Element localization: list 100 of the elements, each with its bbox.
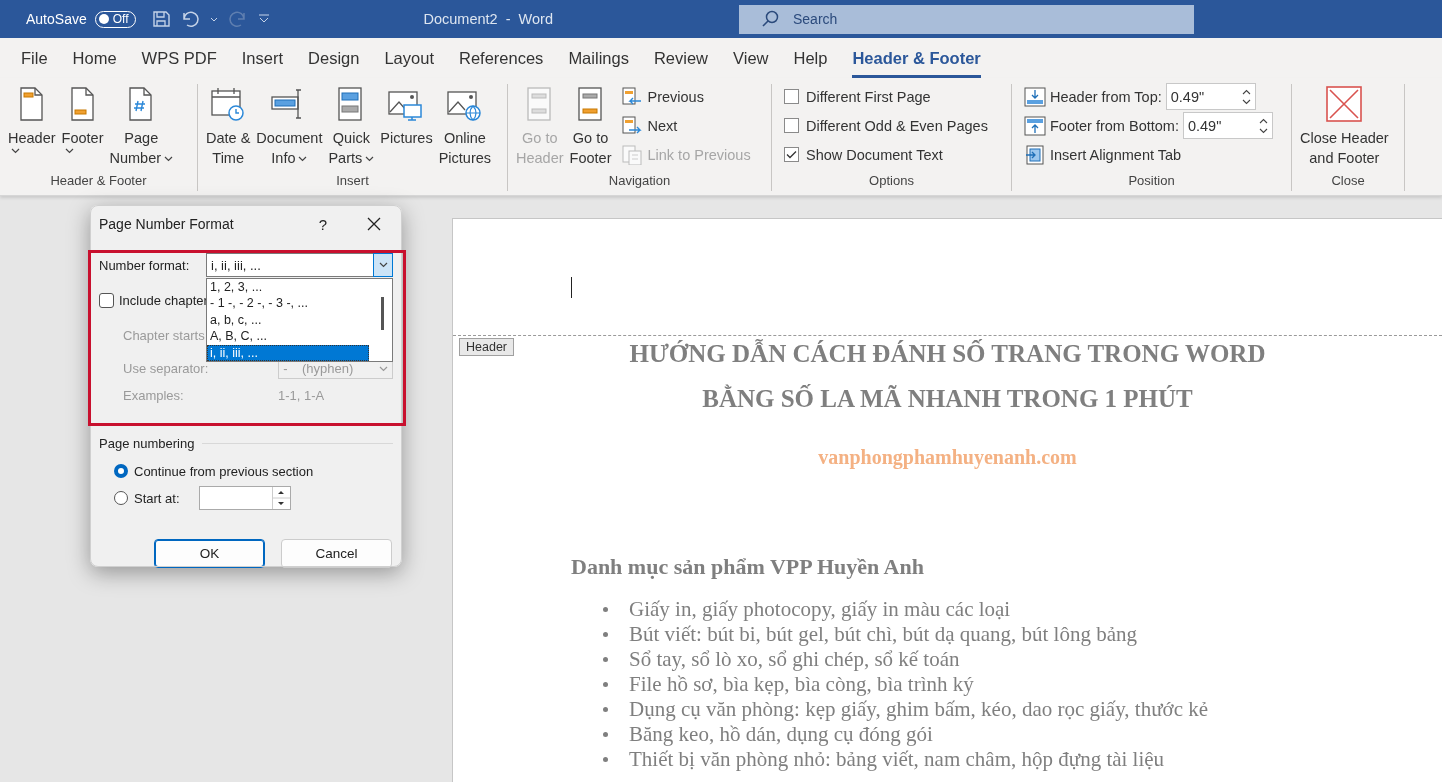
field-label: Use separator: <box>123 362 209 376</box>
radio-button[interactable] <box>114 491 128 505</box>
list-item-text: Băng keo, hồ dán, dụng cụ đóng gói <box>629 722 933 747</box>
radio-button[interactable] <box>114 464 128 478</box>
list-item-text: Bút viết: bút bi, bút gel, bút chì, bút dạ quang, bút lông bảng <box>629 622 1138 647</box>
group-label: Insert <box>336 172 369 190</box>
list-item-text: File hồ sơ, bìa kẹp, bìa còng, bìa trình ký <box>629 672 974 697</box>
header-top-icon <box>1024 86 1046 107</box>
start-at-field[interactable] <box>198 486 291 510</box>
checkbox-label: Different First Page <box>806 88 931 105</box>
close-button[interactable] <box>367 217 381 231</box>
ribbon-button[interactable]: Page Number <box>107 84 176 171</box>
radio-label: Continue from previous section <box>134 463 314 479</box>
customize-caret-icon <box>257 14 270 24</box>
check-icon <box>786 150 797 159</box>
dropdown-option[interactable]: A, B, C, ... <box>207 328 369 345</box>
ribbon-button[interactable]: Next <box>621 113 751 138</box>
ribbon-button[interactable]: Footer <box>59 84 106 171</box>
ribbon-button[interactable]: Go to Footer <box>567 84 614 171</box>
ribbon-button[interactable]: Header <box>6 84 58 171</box>
dropdown-option[interactable]: a, b, c, ... <box>207 311 369 329</box>
dropdown-option[interactable]: - 1 -, - 2 -, - 3 -, ... <box>207 295 369 312</box>
example-text: 1-1, 1-A <box>278 387 325 403</box>
list-item-text: Giấy in, giấy photocopy, giấy in màu các loại <box>629 597 1011 622</box>
ribbon-tab[interactable]: Review <box>642 38 719 78</box>
list-item-text: Sổ tay, sổ lò xo, sổ ghi chép, sổ kế toán <box>629 647 960 672</box>
ribbon-tab[interactable]: WPS PDF <box>130 38 228 78</box>
help-button[interactable]: ? <box>318 215 327 233</box>
list-item-text: Dụng cụ văn phòng: kẹp giấy, ghim bấm, kéo, dao rọc giấy, thước kẻ <box>629 697 1209 722</box>
checkbox[interactable] <box>784 89 799 104</box>
close-icon <box>367 217 381 231</box>
caret-icon <box>378 262 388 268</box>
checkbox-label: Include chapter <box>119 292 208 308</box>
ribbon-tab[interactable]: Layout <box>373 38 445 78</box>
checkbox[interactable] <box>99 292 114 308</box>
ribbon-button[interactable]: Pictures <box>378 84 435 171</box>
ribbon-tab[interactable]: Help <box>782 38 839 78</box>
dialog-title: Page Number Format <box>99 216 234 232</box>
page-link-icon <box>621 144 644 165</box>
ribbon-button[interactable]: Online Pictures <box>436 84 494 171</box>
ribbon-button[interactable]: Previous <box>621 84 751 109</box>
alignment-tab-icon <box>1024 144 1046 165</box>
checkbox[interactable] <box>784 147 799 162</box>
bullet-dot <box>603 732 608 737</box>
group-label: Position <box>1128 172 1175 190</box>
page-arrow-right-icon <box>621 115 644 136</box>
header-tag: Header <box>459 338 514 356</box>
ribbon-tab[interactable]: Insert <box>230 38 295 78</box>
ribbon-button[interactable]: Document Info <box>254 84 325 171</box>
checkbox[interactable] <box>784 118 799 133</box>
ribbon-button[interactable]: Quick Parts <box>326 84 377 171</box>
text-cursor <box>571 277 572 298</box>
dropdown-option[interactable]: 1, 2, 3, ... <box>207 279 369 296</box>
group-label: Header & Footer <box>50 172 147 190</box>
spin-arrows-icon <box>271 487 290 509</box>
ribbon-tab[interactable]: View <box>722 38 780 78</box>
autosave-label: AutoSave <box>26 11 87 27</box>
ribbon-tab[interactable]: File <box>10 38 59 78</box>
radio-label: Start at: <box>134 490 180 506</box>
caret-icon <box>64 148 74 154</box>
spin-arrows-icon <box>1258 117 1268 134</box>
window-title: Document2 - Word <box>423 11 553 27</box>
field-label: Chapter starts <box>123 327 205 343</box>
caret-icon <box>11 148 20 154</box>
spinner-label: Header from Top: <box>1050 88 1162 105</box>
caret-icon <box>298 156 308 163</box>
group-label: Options <box>869 172 914 190</box>
ribbon-tab[interactable]: Mailings <box>557 38 640 78</box>
search-field[interactable]: Search <box>739 4 1194 34</box>
ribbon-button[interactable]: Date & Time <box>204 84 253 171</box>
ribbon-tab[interactable]: References <box>448 38 555 78</box>
spin-arrows-icon <box>1241 88 1251 105</box>
number-format-dropdown[interactable]: i, ii, iii, ... <box>206 253 393 277</box>
spinner-label: Footer from Bottom: <box>1050 117 1179 134</box>
ribbon-tab[interactable]: Design <box>297 38 371 78</box>
ribbon-button[interactable]: Close Header and Footer <box>1298 84 1391 171</box>
field-label: Number format: <box>99 257 191 273</box>
section-heading: Danh mục sản phẩm VPP Huyền Anh <box>571 554 924 579</box>
spin-field[interactable]: 0.49" <box>1182 112 1273 139</box>
caret-icon <box>379 366 388 372</box>
list-item-text: Thiết bị văn phòng nhỏ: bảng viết, nam châm, hộp đựng tài liệu <box>629 747 1165 772</box>
caret-icon <box>164 156 174 163</box>
scrollbar-thumb[interactable] <box>381 297 384 330</box>
spin-field[interactable]: 0.49" <box>1165 83 1256 110</box>
dialog-button[interactable]: OK <box>154 539 265 568</box>
dropdown-option[interactable]: i, ii, iii, ... <box>207 344 369 361</box>
redo-icon <box>227 10 248 28</box>
ribbon-tab[interactable]: Home <box>61 38 128 78</box>
save-icon <box>151 10 170 28</box>
bullet-dot <box>603 757 608 762</box>
bullet-dot <box>603 707 608 712</box>
ribbon-button[interactable]: Insert Alignment Tab <box>1024 142 1273 167</box>
footer-bottom-icon <box>1024 115 1046 136</box>
bullet-dot <box>603 682 608 687</box>
search-icon <box>761 10 779 28</box>
close-icon <box>1325 86 1364 122</box>
dialog-button[interactable]: Cancel <box>281 539 392 568</box>
group-label: Navigation <box>608 172 671 190</box>
group-label: Close <box>1331 172 1365 190</box>
section-label: Page numbering <box>99 435 195 451</box>
